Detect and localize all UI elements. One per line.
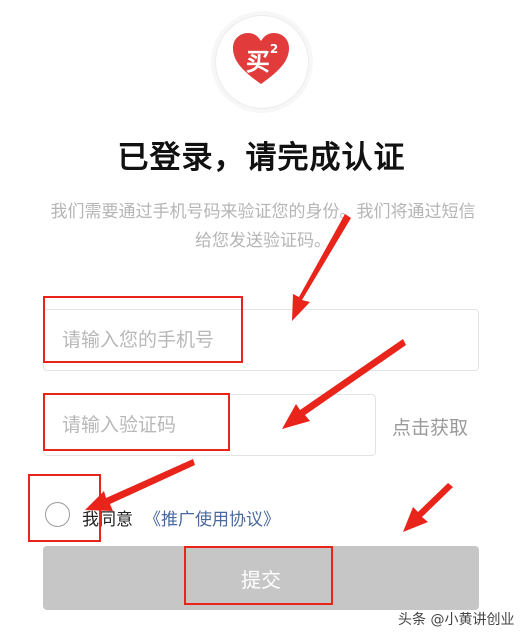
annotation-arrow-3 <box>85 459 195 511</box>
annotation-box-submit <box>184 546 333 605</box>
logo-text: 买2 <box>236 42 288 77</box>
description-text: 我们需要通过手机号码来验证您的身份。我们将通过短信给您发送验证码。 <box>50 202 476 251</box>
annotation-box-code <box>43 393 230 451</box>
watermark: 头条 @小黄讲创业 <box>398 612 515 628</box>
agreement-link[interactable]: 《推广使用协议》 <box>144 505 280 530</box>
annotation-box-phone <box>43 296 243 363</box>
annotation-box-radio <box>28 474 101 542</box>
logo-superscript: 2 <box>269 42 279 56</box>
annotation-arrow-4 <box>403 483 453 532</box>
get-code-link[interactable]: 点击获取 <box>392 413 468 440</box>
logo-char: 买 <box>245 48 270 76</box>
page-title: 已登录，请完成认证 <box>117 140 406 176</box>
